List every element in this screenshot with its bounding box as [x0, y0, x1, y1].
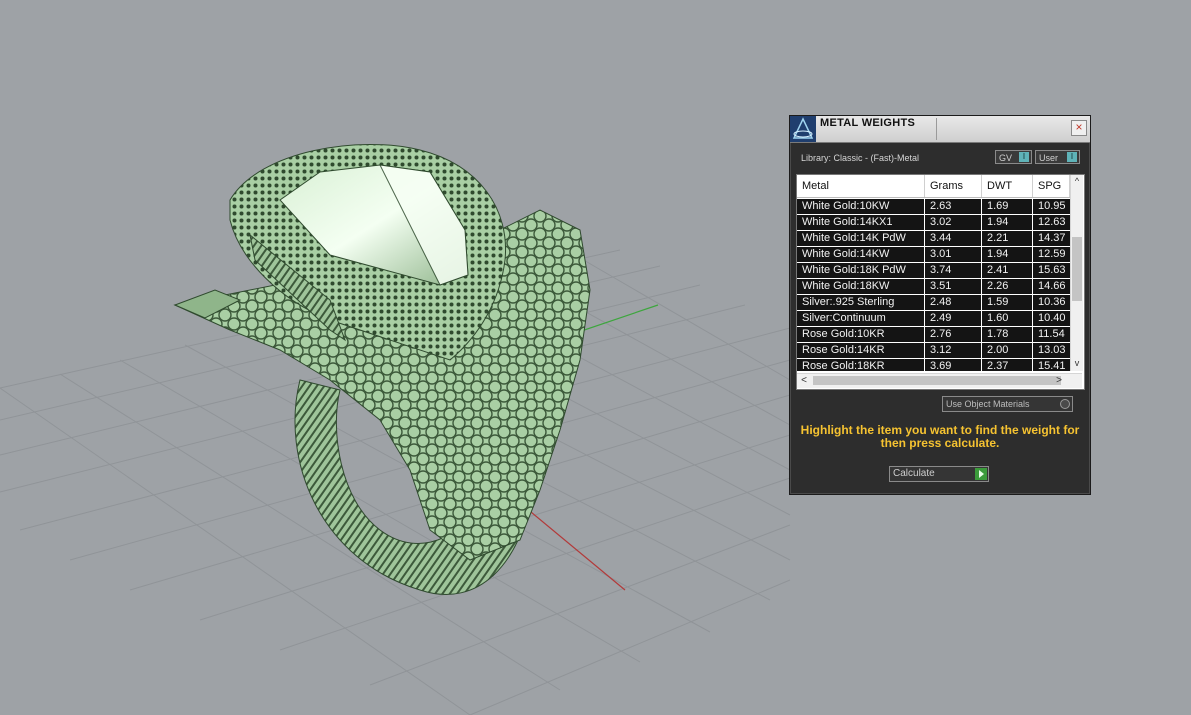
horizontal-scrollbar[interactable]: < >: [797, 373, 1082, 388]
metal-cell: White Gold:14KW: [797, 247, 925, 262]
column-header-metal[interactable]: Metal: [797, 175, 925, 197]
table-row[interactable]: White Gold:14KX1 3.02 1.94 12.63: [797, 215, 1082, 230]
dwt-cell: 1.94: [982, 215, 1033, 230]
metal-cell: White Gold:14KX1: [797, 215, 925, 230]
vertical-scroll-thumb[interactable]: [1072, 237, 1082, 301]
instruction-text: Highlight the item you want to find the …: [800, 423, 1080, 450]
vertical-scrollbar[interactable]: ^ v: [1070, 175, 1083, 371]
radio-icon[interactable]: [1060, 399, 1070, 409]
grams-cell: 3.44: [925, 231, 982, 246]
grams-cell: 3.01: [925, 247, 982, 262]
table-row[interactable]: White Gold:14K PdW 3.44 2.21 14.37: [797, 231, 1082, 246]
table-row[interactable]: White Gold:10KW 2.63 1.69 10.95: [797, 199, 1082, 214]
gv-toggle-label: GV: [999, 153, 1013, 163]
column-header-grams[interactable]: Grams: [925, 175, 982, 197]
ring-model: [173, 143, 591, 595]
metal-cell: Rose Gold:14KR: [797, 343, 925, 358]
table-row[interactable]: Rose Gold:18KR 3.69 2.37 15.41: [797, 359, 1082, 371]
grams-cell: 3.12: [925, 343, 982, 358]
app-logo-icon: [790, 116, 816, 142]
user-toggle[interactable]: User I: [1035, 150, 1080, 164]
scroll-left-icon[interactable]: <: [797, 374, 811, 388]
titlebar-divider: [936, 118, 937, 140]
dwt-cell: 2.00: [982, 343, 1033, 358]
table-header: Metal Grams DWT SPG: [797, 175, 1082, 198]
table-row[interactable]: White Gold:14KW 3.01 1.94 12.59: [797, 247, 1082, 262]
table-row[interactable]: White Gold:18KW 3.51 2.26 14.66: [797, 279, 1082, 294]
close-icon[interactable]: ×: [1071, 120, 1087, 136]
grams-cell: 3.02: [925, 215, 982, 230]
column-header-spg[interactable]: SPG: [1033, 175, 1070, 197]
metal-cell: Rose Gold:10KR: [797, 327, 925, 342]
scroll-down-icon[interactable]: v: [1071, 357, 1083, 369]
metal-cell: White Gold:18KW: [797, 279, 925, 294]
dwt-cell: 2.26: [982, 279, 1033, 294]
calculate-label: Calculate: [893, 468, 935, 479]
grams-cell: 2.49: [925, 311, 982, 326]
grams-cell: 3.69: [925, 359, 982, 371]
use-object-materials-label: Use Object Materials: [946, 399, 1030, 409]
metal-table[interactable]: Metal Grams DWT SPG White Gold:10KW 2.63 1…: [796, 174, 1085, 390]
table-row[interactable]: Rose Gold:14KR 3.12 2.00 13.03: [797, 343, 1082, 358]
table-body: White Gold:10KW 2.63 1.69 10.95 White Gold:1…: [797, 199, 1082, 371]
table-row[interactable]: White Gold:18K PdW 3.74 2.41 15.63: [797, 263, 1082, 278]
grams-cell: 2.48: [925, 295, 982, 310]
toggle-knob-icon: I: [1019, 152, 1029, 162]
horizontal-scroll-thumb[interactable]: [813, 376, 1061, 385]
metal-cell: Silver:Continuum: [797, 311, 925, 326]
dwt-cell: 1.94: [982, 247, 1033, 262]
metal-cell: Silver:.925 Sterling: [797, 295, 925, 310]
metal-cell: Rose Gold:18KR: [797, 359, 925, 371]
grams-cell: 3.74: [925, 263, 982, 278]
metal-cell: White Gold:10KW: [797, 199, 925, 214]
play-arrow-icon: [975, 468, 987, 480]
dwt-cell: 1.69: [982, 199, 1033, 214]
gv-toggle[interactable]: GV I: [995, 150, 1032, 164]
table-row[interactable]: Silver:Continuum 2.49 1.60 10.40: [797, 311, 1082, 326]
dwt-cell: 1.59: [982, 295, 1033, 310]
column-header-dwt[interactable]: DWT: [982, 175, 1033, 197]
dwt-cell: 1.78: [982, 327, 1033, 342]
dwt-cell: 2.21: [982, 231, 1033, 246]
calculate-button[interactable]: Calculate: [889, 466, 989, 482]
panel-title: METAL WEIGHTS: [820, 117, 916, 129]
dwt-cell: 2.37: [982, 359, 1033, 371]
metal-cell: White Gold:14K PdW: [797, 231, 925, 246]
metal-cell: White Gold:18K PdW: [797, 263, 925, 278]
grams-cell: 2.76: [925, 327, 982, 342]
grams-cell: 2.63: [925, 199, 982, 214]
use-object-materials-option[interactable]: Use Object Materials: [942, 396, 1073, 412]
dwt-cell: 2.41: [982, 263, 1033, 278]
dwt-cell: 1.60: [982, 311, 1033, 326]
table-row[interactable]: Rose Gold:10KR 2.76 1.78 11.54: [797, 327, 1082, 342]
user-toggle-label: User: [1039, 153, 1059, 163]
grams-cell: 3.51: [925, 279, 982, 294]
metal-weights-panel: METAL WEIGHTS × Library: Classic - (Fast…: [789, 115, 1091, 495]
panel-titlebar[interactable]: METAL WEIGHTS ×: [790, 116, 1090, 143]
scroll-right-icon[interactable]: >: [1052, 374, 1066, 388]
toggle-knob-icon: I: [1067, 152, 1077, 162]
table-row[interactable]: Silver:.925 Sterling 2.48 1.59 10.36: [797, 295, 1082, 310]
scroll-up-icon[interactable]: ^: [1071, 175, 1083, 187]
library-label: Library: Classic - (Fast)-Metal: [801, 153, 920, 163]
